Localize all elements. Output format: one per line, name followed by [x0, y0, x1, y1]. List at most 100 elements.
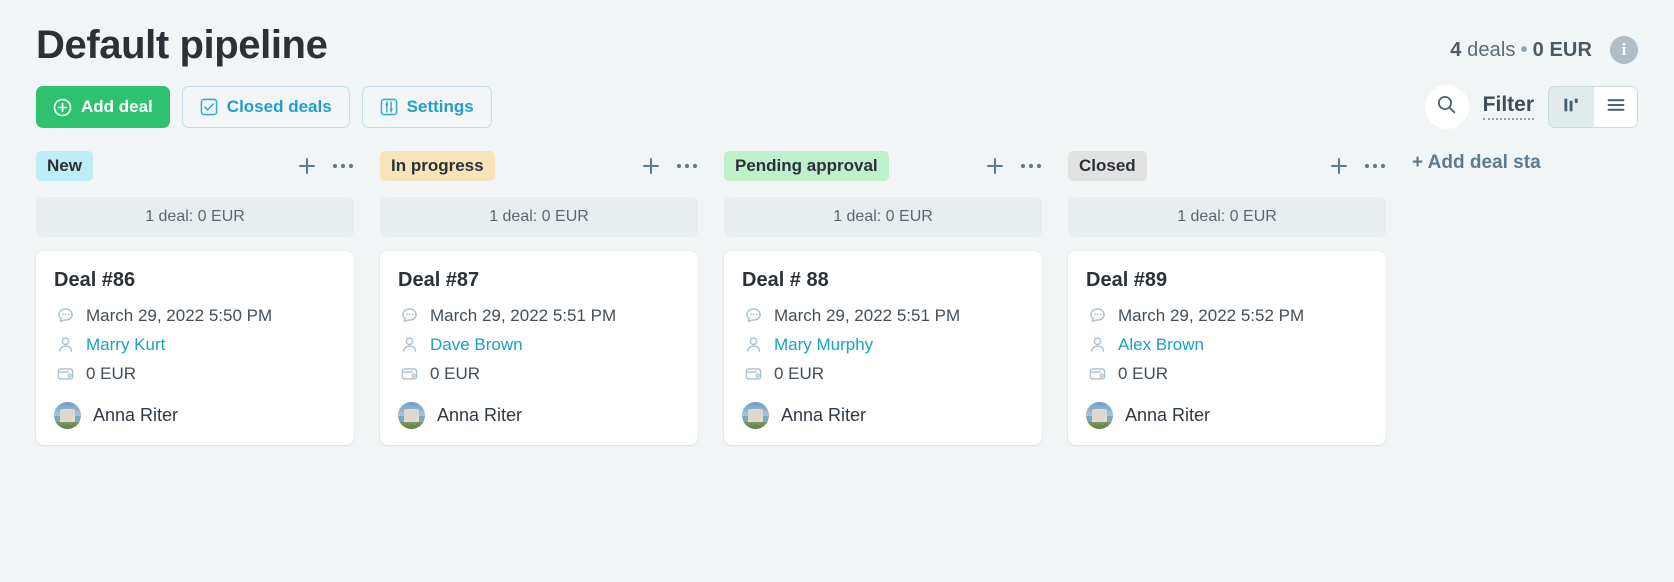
kanban-view-icon — [1561, 95, 1581, 120]
deal-title: Deal # 88 — [742, 269, 829, 292]
deal-date: March 29, 2022 5:51 PM — [430, 305, 617, 325]
toolbar-left: Add deal Closed deals Settings — [36, 86, 492, 129]
add-deal-to-stage-button[interactable] — [296, 155, 318, 177]
column-more-menu-button[interactable] — [1364, 162, 1386, 170]
column-actions — [640, 155, 698, 177]
add-deal-label: Add deal — [81, 97, 153, 117]
settings-button[interactable]: Settings — [361, 86, 492, 129]
list-view-icon — [1605, 94, 1627, 121]
deal-amount-row: 0 EUR — [1086, 359, 1368, 388]
deal-contact-name[interactable]: Dave Brown — [430, 335, 523, 355]
deal-card[interactable]: Deal #86 March 29, 2022 5:50 PM Marry Ku… — [36, 251, 354, 446]
pipeline-column-in-progress: In progress 1 deal: 0 EUR Deal #87 March… — [380, 151, 698, 446]
deal-owner-name: Anna Riter — [437, 405, 523, 426]
deal-card[interactable]: Deal #89 March 29, 2022 5:52 PM Alex Bro… — [1068, 251, 1386, 446]
deal-amount: 0 EUR — [430, 363, 481, 383]
checkbox-icon — [200, 98, 218, 116]
column-header: Closed — [1068, 151, 1386, 182]
deal-count-label: deals — [1467, 38, 1516, 61]
deal-date-row: March 29, 2022 5:51 PM — [398, 301, 680, 330]
deal-contact-row: Marry Kurt — [54, 330, 336, 359]
closed-deals-label: Closed deals — [226, 97, 332, 117]
column-header: Pending approval — [724, 151, 1042, 182]
deal-card[interactable]: Deal #87 March 29, 2022 5:51 PM Dave Bro… — [380, 251, 698, 446]
wallet-icon — [742, 364, 764, 383]
person-icon — [54, 335, 76, 354]
pipeline-page: Default pipeline 4 deals • 0 EUR i Add dea… — [0, 0, 1674, 582]
add-deal-stage-button[interactable]: + Add deal sta — [1412, 152, 1541, 174]
deal-contact-row: Alex Brown — [1086, 330, 1368, 359]
deal-date-row: March 29, 2022 5:51 PM — [742, 301, 1024, 330]
column-header: In progress — [380, 151, 698, 182]
deal-title: Deal #87 — [398, 269, 480, 292]
deal-contact-name[interactable]: Marry Kurt — [86, 335, 165, 355]
wallet-icon — [54, 364, 76, 383]
deal-date: March 29, 2022 5:50 PM — [86, 305, 273, 325]
deal-owner: Anna Riter — [54, 402, 336, 430]
info-icon[interactable]: i — [1610, 36, 1638, 64]
filter-button[interactable]: Filter — [1482, 94, 1534, 121]
deal-amount-row: 0 EUR — [742, 359, 1024, 388]
person-icon — [742, 335, 764, 354]
search-button[interactable] — [1424, 85, 1469, 130]
deal-contact-row: Mary Murphy — [742, 330, 1024, 359]
stage-summary: 1 deal: 0 EUR — [724, 197, 1042, 238]
pipeline-column-pending-approval: Pending approval 1 deal: 0 EUR Deal # 88 — [724, 151, 1042, 446]
wallet-icon — [398, 364, 420, 383]
kanban-view-button[interactable] — [1549, 87, 1593, 128]
pipeline-column-new: New 1 deal: 0 EUR Deal #86 March 29, 202… — [36, 151, 354, 446]
avatar — [742, 402, 769, 430]
stage-summary: 1 deal: 0 EUR — [380, 197, 698, 238]
person-icon — [1086, 335, 1108, 354]
sliders-icon — [380, 98, 398, 116]
add-deal-to-stage-button[interactable] — [1328, 155, 1350, 177]
list-view-button[interactable] — [1593, 87, 1637, 128]
pipeline-column-closed: Closed 1 deal: 0 EUR Deal #89 March 29, … — [1068, 151, 1386, 446]
deal-owner: Anna Riter — [742, 402, 1024, 430]
deal-date-row: March 29, 2022 5:52 PM — [1086, 301, 1368, 330]
deal-contact-name[interactable]: Alex Brown — [1118, 335, 1204, 355]
add-deal-to-stage-button[interactable] — [984, 155, 1006, 177]
deal-owner-name: Anna Riter — [781, 405, 867, 426]
summary-separator: • — [1520, 38, 1528, 61]
plus-circle-icon — [53, 98, 72, 117]
stage-badge-new[interactable]: New — [36, 151, 93, 182]
column-more-menu-button[interactable] — [332, 162, 354, 170]
add-deal-to-stage-button[interactable] — [640, 155, 662, 177]
deal-summary-text: 4 deals • 0 EUR — [1450, 39, 1592, 62]
stage-badge-in-progress[interactable]: In progress — [380, 151, 495, 182]
deal-date-row: March 29, 2022 5:50 PM — [54, 301, 336, 330]
deal-card[interactable]: Deal # 88 March 29, 2022 5:51 PM Mary Mu… — [724, 251, 1042, 446]
column-actions — [984, 155, 1042, 177]
deal-total-amount: 0 EUR — [1532, 38, 1592, 61]
deal-amount-row: 0 EUR — [54, 359, 336, 388]
avatar — [398, 402, 425, 430]
chat-bubble-icon — [742, 306, 764, 325]
chat-bubble-icon — [398, 306, 420, 325]
chat-bubble-icon — [1086, 306, 1108, 325]
view-toggle — [1548, 86, 1638, 129]
header-top-row: Default pipeline 4 deals • 0 EUR i — [36, 22, 1638, 69]
stage-badge-closed[interactable]: Closed — [1068, 151, 1147, 182]
stage-summary: 1 deal: 0 EUR — [1068, 197, 1386, 238]
deal-amount: 0 EUR — [86, 363, 137, 383]
wallet-icon — [1086, 364, 1108, 383]
settings-label: Settings — [406, 97, 474, 117]
column-more-menu-button[interactable] — [1020, 162, 1042, 170]
deal-title: Deal #89 — [1086, 269, 1168, 292]
stage-summary: 1 deal: 0 EUR — [36, 197, 354, 238]
column-actions — [296, 155, 354, 177]
toolbar-right: Filter — [1424, 85, 1638, 130]
deal-count: 4 — [1450, 38, 1462, 61]
add-deal-button[interactable]: Add deal — [36, 86, 170, 129]
column-more-menu-button[interactable] — [676, 162, 698, 170]
closed-deals-button[interactable]: Closed deals — [181, 86, 350, 129]
deal-date: March 29, 2022 5:52 PM — [1118, 305, 1305, 325]
pipeline-board: New 1 deal: 0 EUR Deal #86 March 29, 202… — [0, 129, 1674, 446]
column-actions — [1328, 155, 1386, 177]
deal-contact-row: Dave Brown — [398, 330, 680, 359]
page-header: Default pipeline 4 deals • 0 EUR i Add dea… — [0, 0, 1674, 130]
stage-badge-pending-approval[interactable]: Pending approval — [724, 151, 889, 182]
deal-contact-name[interactable]: Mary Murphy — [774, 335, 873, 355]
deal-owner: Anna Riter — [1086, 402, 1368, 430]
